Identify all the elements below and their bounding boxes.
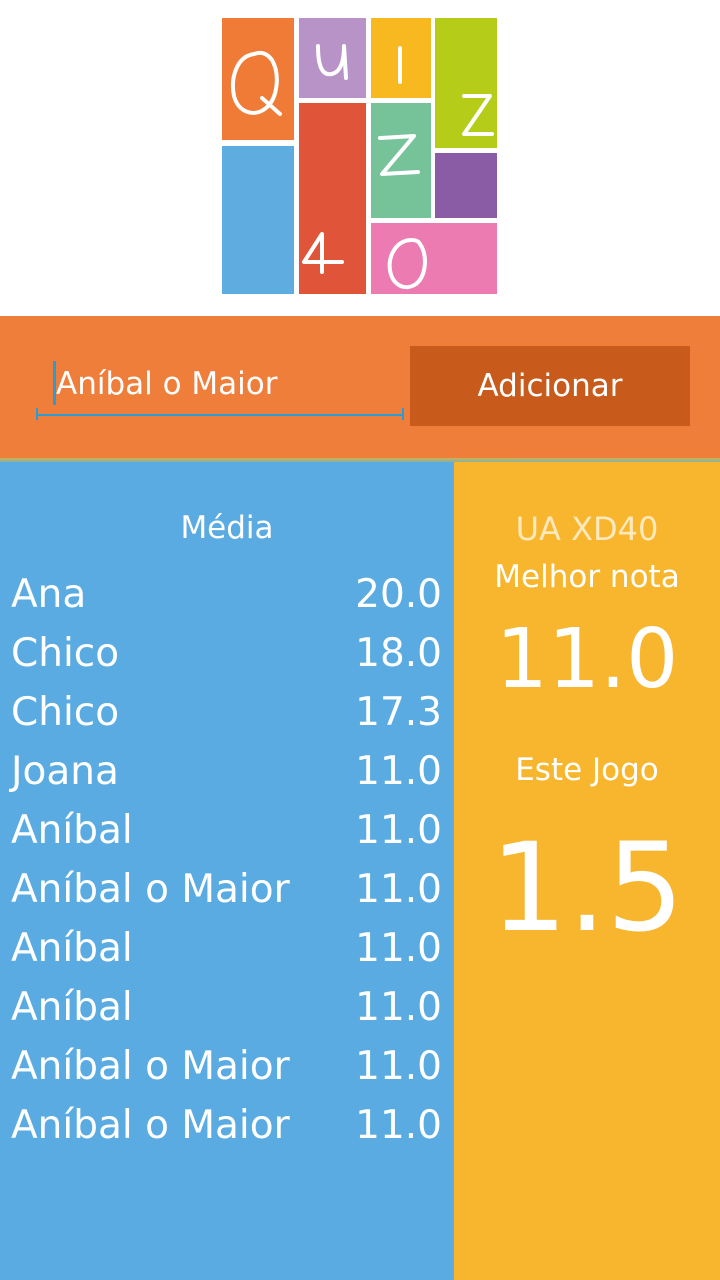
player-name: Chico (11, 631, 120, 676)
score-row: Aníbal 11.0 (0, 978, 454, 1037)
score-row: Joana 11.0 (0, 742, 454, 801)
player-name: Aníbal o Maior (11, 1103, 290, 1148)
player-score: 20.0 (355, 572, 442, 617)
score-row: Aníbal o Maior 11.0 (0, 1096, 454, 1155)
logo-area (0, 0, 720, 316)
player-score: 11.0 (355, 926, 442, 971)
player-name: Aníbal (11, 808, 133, 853)
player-name: Aníbal (11, 985, 133, 1030)
average-header: Média (180, 510, 274, 546)
course-label: UA XD40 (515, 510, 659, 548)
add-button[interactable]: Adicionar (410, 346, 690, 426)
this-game-score: 1.5 (489, 817, 685, 959)
this-game-label: Este Jogo (515, 752, 659, 788)
player-name: Chico (11, 690, 120, 735)
name-input[interactable] (38, 354, 402, 416)
score-row: Aníbal 11.0 (0, 919, 454, 978)
player-name: Ana (11, 572, 87, 617)
score-row: Chico 17.3 (0, 683, 454, 742)
score-row: Chico 18.0 (0, 624, 454, 683)
player-score: 11.0 (355, 867, 442, 912)
quizz40-logo (218, 16, 500, 298)
text-cursor (53, 361, 56, 405)
score-row: Aníbal o Maior 11.0 (0, 860, 454, 919)
best-score-label: Melhor nota (494, 559, 680, 595)
best-score-panel: UA XD40 Melhor nota 11.0 Este Jogo 1.5 (454, 462, 720, 1280)
score-row: Ana 20.0 (0, 565, 454, 624)
score-row: Aníbal 11.0 (0, 801, 454, 860)
player-score: 11.0 (355, 1103, 442, 1148)
player-score: 11.0 (355, 1044, 442, 1089)
player-score: 11.0 (355, 749, 442, 794)
player-score: 11.0 (355, 808, 442, 853)
player-name: Aníbal o Maior (11, 1044, 290, 1089)
player-score: 11.0 (355, 985, 442, 1030)
player-name: Joana (11, 749, 119, 794)
best-score-value: 11.0 (495, 612, 679, 707)
player-score: 17.3 (355, 690, 442, 735)
player-score: 18.0 (355, 631, 442, 676)
scores-panel: Média Ana 20.0 Chico 18.0 Chico 17.3 Joa… (0, 462, 454, 1280)
player-name: Aníbal o Maior (11, 867, 290, 912)
player-name: Aníbal (11, 926, 133, 971)
score-row: Aníbal o Maior 11.0 (0, 1037, 454, 1096)
